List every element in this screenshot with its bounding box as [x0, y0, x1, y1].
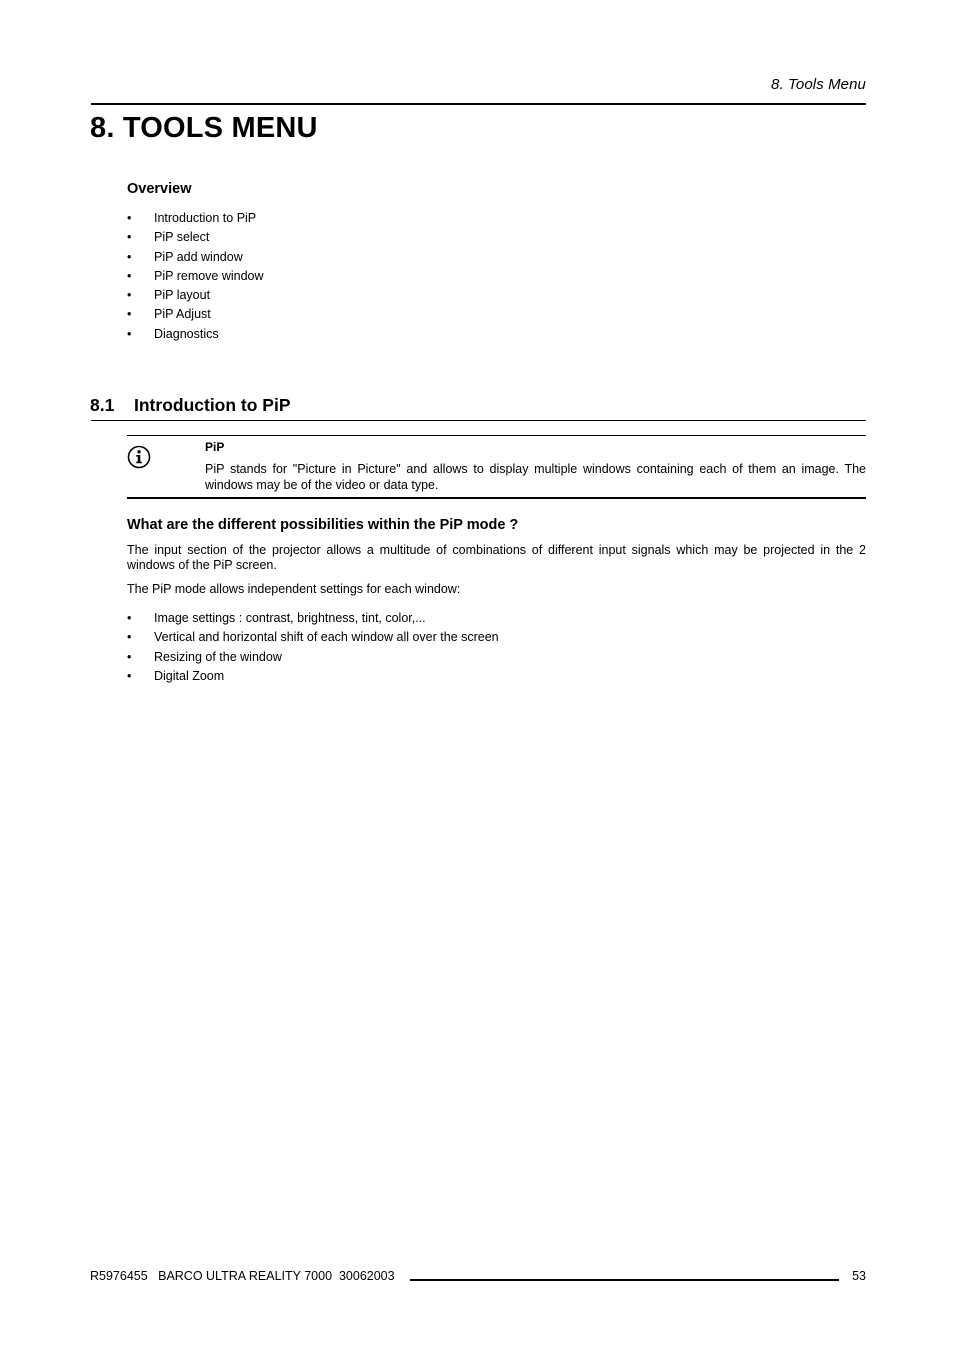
info-icon	[127, 445, 151, 469]
overview-item: • PiP Adjust	[127, 307, 264, 326]
section-title-text: Introduction to PiP	[134, 395, 291, 415]
bullet-icon: •	[127, 611, 132, 625]
note-bottom-rule	[127, 497, 866, 499]
running-header: 8. Tools Menu	[771, 76, 866, 93]
paragraph: The PiP mode allows independent settings…	[127, 582, 461, 596]
overview-item-label: PiP remove window	[154, 268, 264, 283]
bullet-icon: •	[127, 307, 132, 322]
feature-item: • Digital Zoom	[127, 669, 499, 688]
overview-item: • Introduction to PiP	[127, 211, 264, 230]
chapter-title: 8. TOOLS MENU	[90, 112, 318, 144]
overview-item: • Diagnostics	[127, 327, 264, 346]
overview-list: • Introduction to PiP • PiP select • PiP ad…	[127, 211, 264, 346]
overview-item-label: PiP add window	[154, 249, 243, 264]
bullet-icon: •	[127, 649, 132, 664]
note-title: PiP	[205, 440, 225, 454]
overview-item-label: Introduction to PiP	[154, 211, 257, 225]
footer-rule	[410, 1279, 839, 1281]
header-rule	[91, 103, 866, 105]
section-number: 8.1	[90, 395, 115, 415]
bullet-icon: •	[127, 668, 132, 683]
paragraph: The input section of the projector allow…	[127, 543, 866, 572]
bullet-icon: •	[127, 268, 132, 283]
section-rule	[91, 420, 866, 421]
overview-item-label: PiP select	[154, 230, 210, 245]
feature-item-label: Resizing of the window	[154, 649, 282, 664]
possibilities-heading: What are the different possibilities wit…	[127, 517, 519, 533]
feature-item: • Image settings : contrast, brightness, …	[127, 611, 499, 630]
bullet-icon: •	[127, 326, 132, 341]
features-list: • Image settings : contrast, brightness, …	[127, 611, 499, 688]
feature-item: • Vertical and horizontal shift of each w…	[127, 630, 499, 649]
page-number: 53	[852, 1269, 866, 1283]
bullet-icon: •	[127, 630, 132, 645]
note-top-rule	[127, 435, 866, 436]
overview-item-label: PiP layout	[154, 288, 211, 303]
overview-item: • PiP layout	[127, 288, 264, 307]
feature-item-label: Vertical and horizontal shift of each wi…	[154, 630, 499, 645]
overview-item-label: PiP Adjust	[154, 307, 211, 322]
overview-item: • PiP remove window	[127, 269, 264, 288]
overview-heading: Overview	[127, 181, 192, 197]
bullet-icon: •	[127, 249, 132, 264]
feature-item-label: Digital Zoom	[154, 668, 225, 683]
feature-item-label: Image settings : contrast, brightness, t…	[154, 611, 426, 625]
note-body: PiP stands for "Picture in Picture" and …	[205, 462, 866, 492]
feature-item: • Resizing of the window	[127, 650, 499, 669]
bullet-icon: •	[127, 230, 132, 245]
overview-item-label: Diagnostics	[154, 326, 219, 341]
footer-doc-info: R5976455 BARCO ULTRA REALITY 7000 300620…	[90, 1269, 395, 1283]
overview-item: • PiP select	[127, 230, 264, 249]
overview-item: • PiP add window	[127, 250, 264, 269]
section-title: 8.1 Introduction to PiP	[90, 395, 291, 416]
bullet-icon: •	[127, 288, 132, 303]
bullet-icon: •	[127, 211, 132, 225]
